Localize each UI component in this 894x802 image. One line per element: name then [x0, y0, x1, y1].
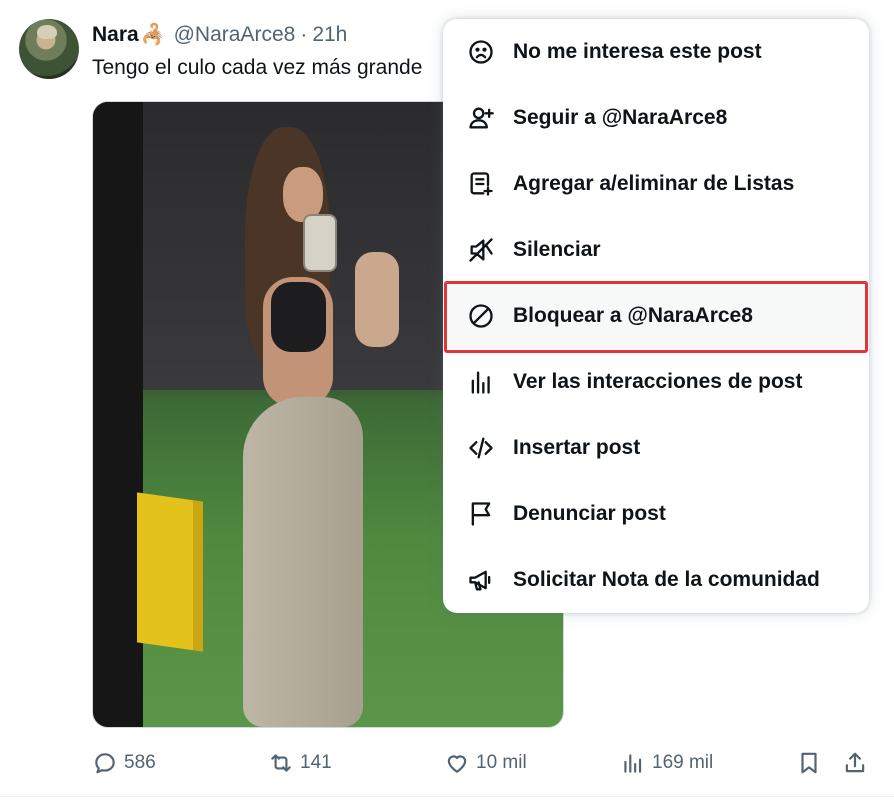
- views-count: 169 mil: [652, 752, 714, 773]
- photo-yellow-box: [137, 492, 203, 652]
- menu-item-label: Silenciar: [513, 238, 601, 261]
- reply-count: 586: [124, 752, 156, 773]
- menu-item-label: Solicitar Nota de la comunidad: [513, 568, 820, 591]
- photo-mirror-frame: [93, 102, 143, 727]
- like-count: 10 mil: [476, 752, 527, 773]
- menu-item-block[interactable]: Bloquear a @NaraArce8: [443, 283, 869, 349]
- photo-phone: [303, 214, 337, 272]
- flag-icon: [467, 500, 495, 528]
- sad-face-icon: [467, 38, 495, 66]
- share-icon: [845, 752, 865, 773]
- photo-person: [223, 127, 373, 727]
- post-time[interactable]: 21h: [312, 23, 347, 47]
- menu-item-label: Denunciar post: [513, 502, 666, 525]
- share-button[interactable]: [842, 750, 868, 776]
- mute-icon: [467, 236, 495, 264]
- menu-item-lists[interactable]: Agregar a/eliminar de Listas: [443, 151, 869, 217]
- menu-item-label: Insertar post: [513, 436, 641, 459]
- avatar[interactable]: [19, 19, 79, 79]
- photo-top: [271, 282, 326, 352]
- menu-item-embed[interactable]: Insertar post: [443, 415, 869, 481]
- like-button[interactable]: 10 mil: [444, 750, 527, 776]
- menu-item-label: Ver las interacciones de post: [513, 370, 803, 393]
- user-handle[interactable]: @NaraArce8: [174, 23, 296, 47]
- menu-item-label: Seguir a @NaraArce8: [513, 106, 728, 129]
- menu-item-label: Agregar a/eliminar de Listas: [513, 172, 795, 195]
- views-icon: [624, 754, 642, 773]
- menu-item-follow[interactable]: Seguir a @NaraArce8: [443, 85, 869, 151]
- analytics-icon: [467, 368, 495, 396]
- divider: [0, 796, 894, 797]
- menu-item-label: Bloquear a @NaraArce8: [513, 304, 753, 327]
- menu-item-community-note[interactable]: Solicitar Nota de la comunidad: [443, 547, 869, 613]
- tweet: Nara 🦂 @NaraArce8 · 21h Tengo el culo ca…: [0, 0, 894, 802]
- megaphone-icon: [467, 566, 495, 594]
- list-add-icon: [467, 170, 495, 198]
- tweet-header: Nara 🦂 @NaraArce8 · 21h: [92, 22, 347, 47]
- scorpion-emoji: 🦂: [140, 24, 166, 46]
- repost-count: 141: [300, 752, 332, 773]
- repost-button[interactable]: 141: [268, 750, 332, 776]
- reply-button[interactable]: 586: [92, 750, 156, 776]
- views-button[interactable]: 169 mil: [620, 750, 713, 776]
- reply-icon: [95, 753, 115, 774]
- block-icon: [467, 302, 495, 330]
- follow-user-icon: [467, 104, 495, 132]
- embed-code-icon: [467, 434, 495, 462]
- menu-item-label: No me interesa este post: [513, 40, 762, 63]
- menu-item-mute[interactable]: Silenciar: [443, 217, 869, 283]
- separator-dot: ·: [300, 22, 308, 46]
- heart-icon: [447, 755, 467, 773]
- display-name[interactable]: Nara: [92, 23, 139, 47]
- bookmark-button[interactable]: [796, 750, 822, 776]
- photo-pants: [243, 397, 363, 727]
- tweet-text: Tengo el culo cada vez más grande: [92, 56, 423, 79]
- menu-item-report[interactable]: Denunciar post: [443, 481, 869, 547]
- menu-item-not-interested[interactable]: No me interesa este post: [443, 19, 869, 85]
- menu-item-interactions[interactable]: Ver las interacciones de post: [443, 349, 869, 415]
- action-bar: 586 141 10 mil 169 mil: [0, 744, 894, 784]
- post-options-menu: No me interesa este post Seguir a @NaraA…: [443, 19, 869, 613]
- bookmark-icon: [801, 752, 817, 774]
- repost-icon: [271, 754, 291, 772]
